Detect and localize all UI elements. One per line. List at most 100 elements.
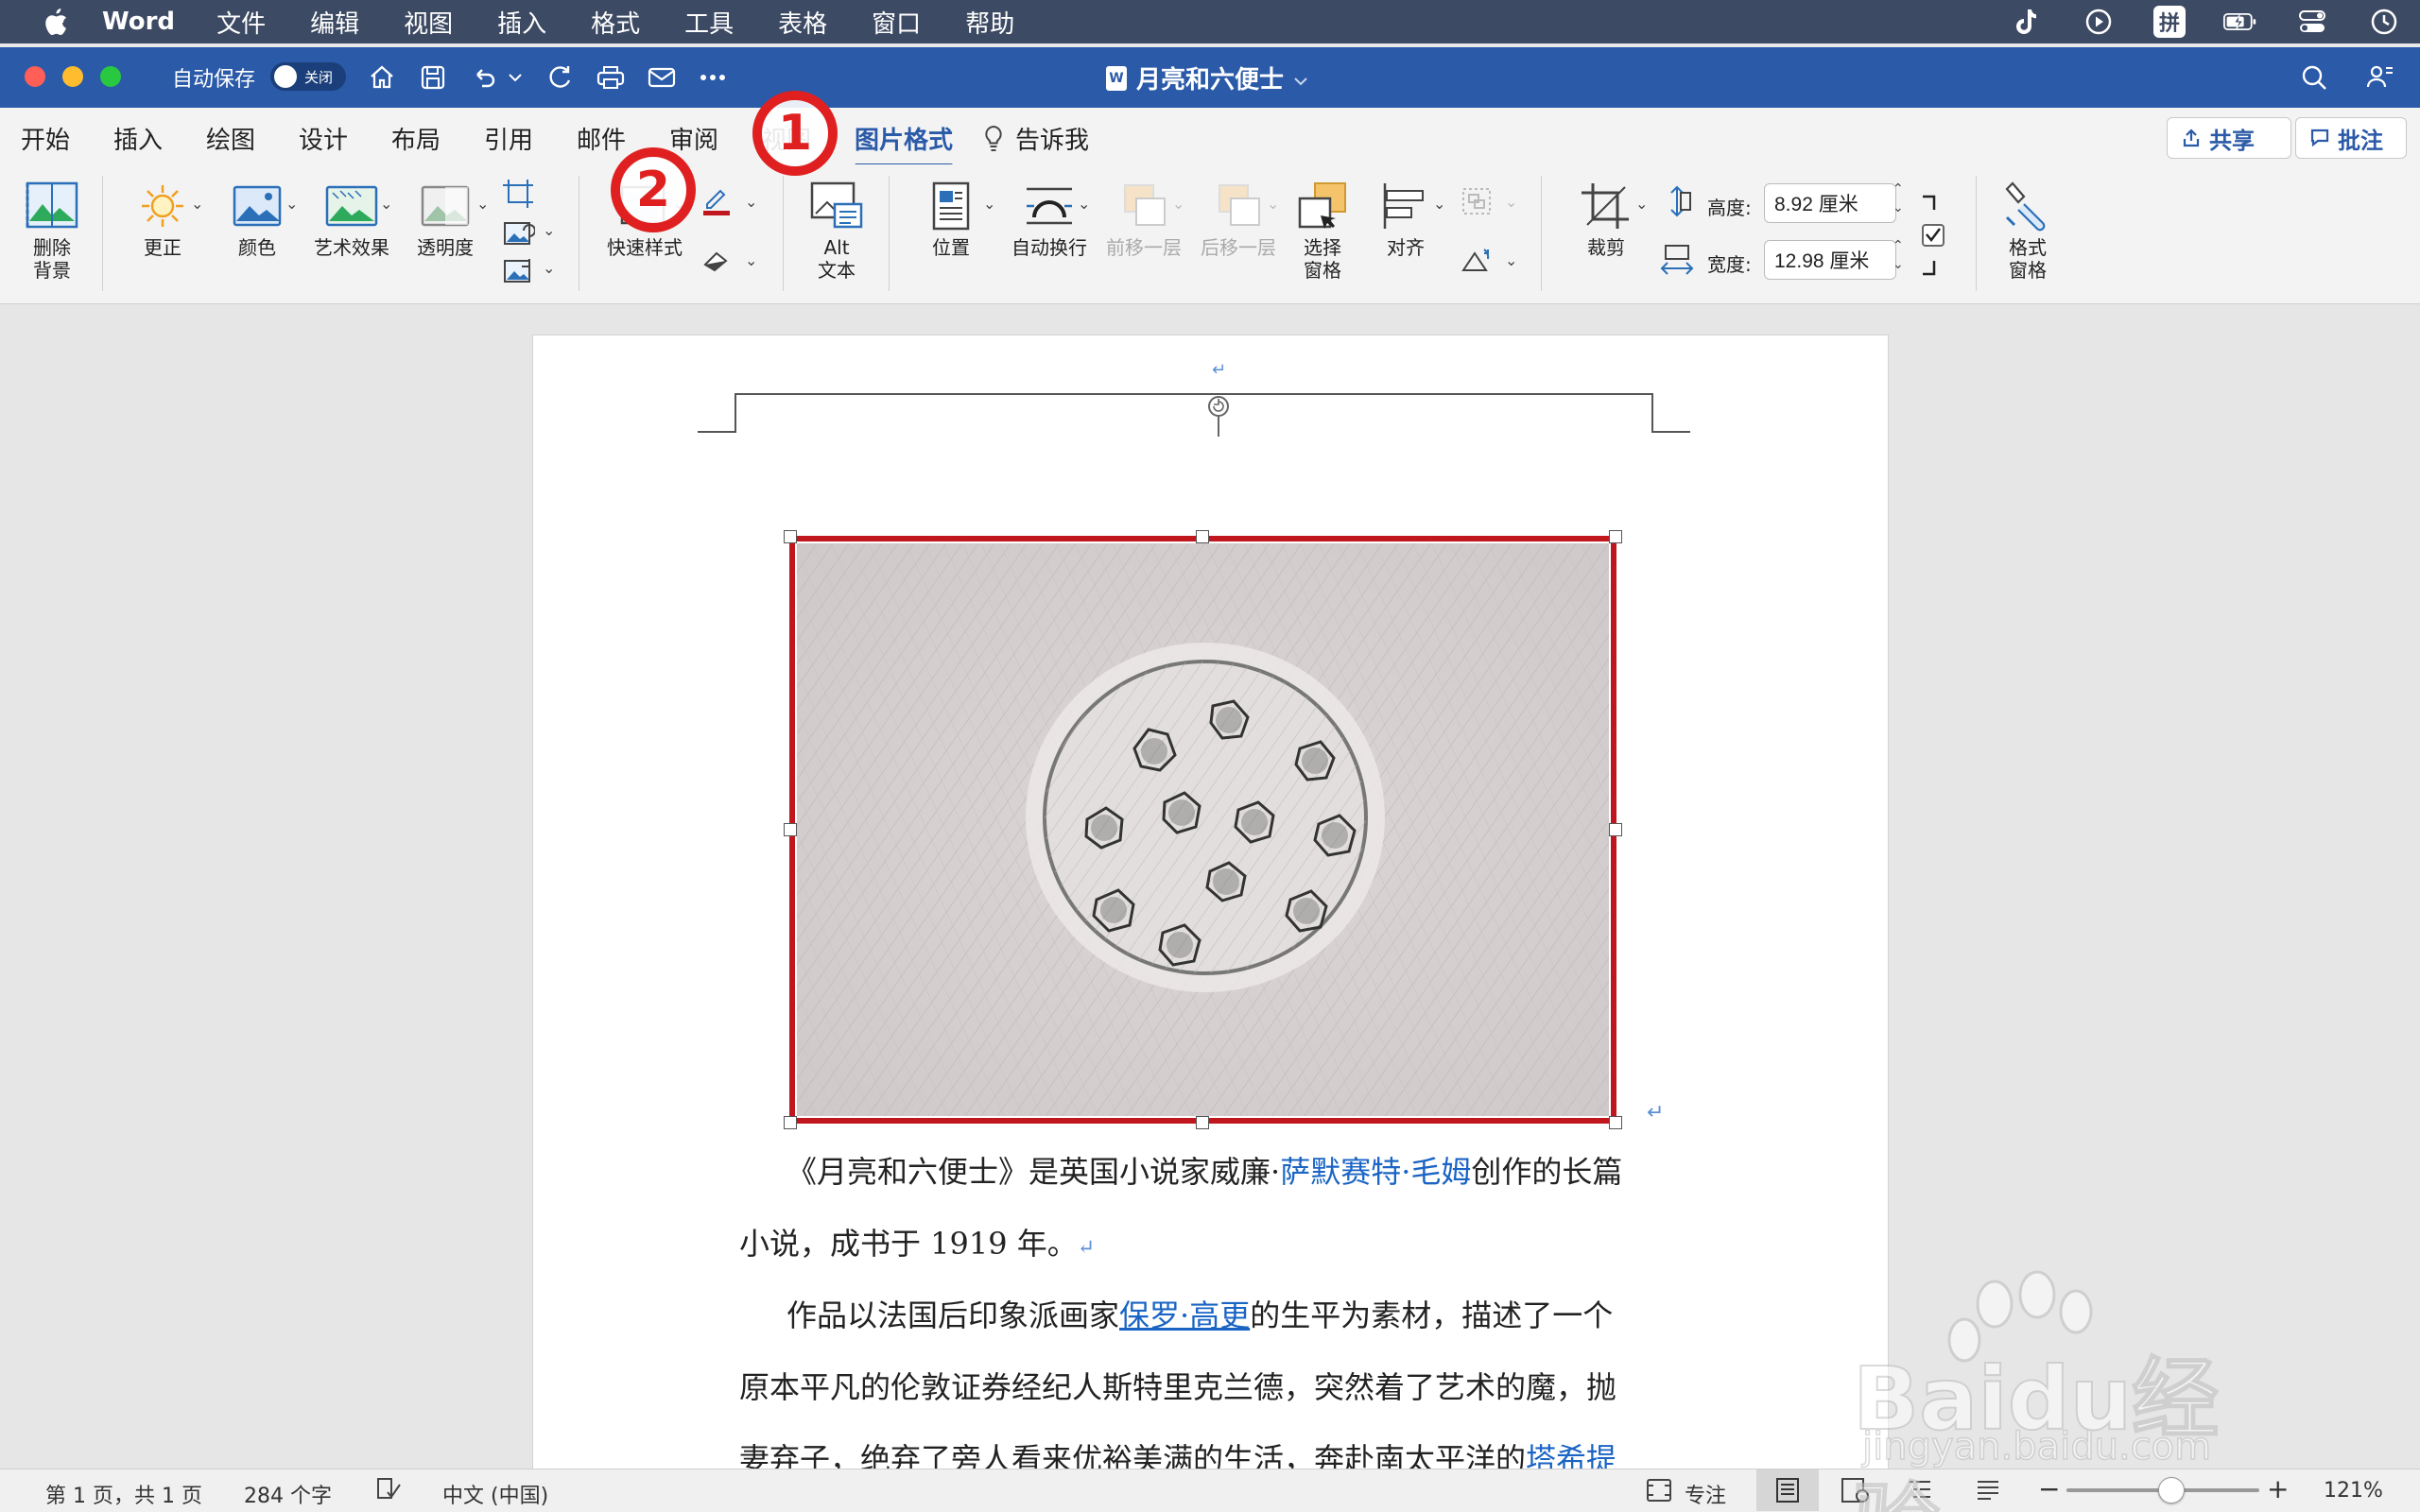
proofing-icon[interactable] — [374, 1477, 403, 1509]
control-center-icon[interactable] — [2295, 5, 2329, 39]
transparency-dropdown-icon[interactable]: ⌄ — [476, 195, 489, 213]
language-indicator[interactable]: 中文 (中国) — [442, 1479, 548, 1509]
search-icon[interactable] — [2297, 60, 2331, 94]
paragraph-1-line-2[interactable]: 小说，成书于 1919 年。↵ — [739, 1220, 1095, 1263]
more-commands-icon[interactable] — [696, 60, 730, 94]
autosave-toggle[interactable]: 关闭 — [270, 62, 346, 91]
send-backward-dropdown-icon[interactable]: ⌄ — [1267, 195, 1279, 213]
menu-view[interactable]: 视图 — [404, 5, 453, 40]
width-decrement-icon[interactable]: ⌄ — [1893, 257, 1904, 272]
crop-dropdown-icon[interactable]: ⌄ — [1635, 195, 1648, 213]
comments-button[interactable]: 批注 — [2295, 117, 2407, 159]
print-icon[interactable] — [594, 60, 628, 94]
corrections-button[interactable]: 更正 — [125, 180, 200, 259]
reset-picture-icon[interactable] — [501, 255, 535, 287]
bring-forward-dropdown-icon[interactable]: ⌄ — [1172, 195, 1184, 213]
print-layout-view-button[interactable] — [1756, 1469, 1819, 1511]
close-window-button[interactable] — [25, 66, 45, 87]
height-input[interactable] — [1764, 183, 1896, 223]
menu-table[interactable]: 表格 — [778, 5, 827, 40]
document-page[interactable]: ↵ ↵ 《月亮和六便士》是英国小说家威廉·萨默赛特·毛姆创作的长篇 小说，成书于… — [532, 335, 1889, 1469]
color-dropdown-icon[interactable]: ⌄ — [285, 195, 298, 213]
focus-icon[interactable] — [1645, 1477, 1673, 1509]
home-icon[interactable] — [365, 60, 399, 94]
artistic-effects-button[interactable]: 艺术效果 — [306, 180, 397, 259]
picture-effects-dropdown-icon[interactable]: ⌄ — [745, 251, 757, 269]
resize-handle-left[interactable] — [784, 823, 797, 836]
resize-handle-top-right[interactable] — [1609, 530, 1622, 543]
selected-picture[interactable] — [784, 530, 1622, 1129]
menu-help[interactable]: 帮助 — [965, 5, 1014, 40]
width-input[interactable] — [1764, 240, 1896, 280]
menu-tools[interactable]: 工具 — [684, 5, 734, 40]
redo-icon[interactable] — [543, 60, 577, 94]
undo-icon[interactable] — [467, 60, 501, 94]
lock-aspect-ratio-icon[interactable] — [1921, 193, 1945, 278]
height-decrement-icon[interactable]: ⌄ — [1893, 200, 1904, 215]
align-dropdown-icon[interactable]: ⌄ — [1433, 195, 1445, 213]
resize-handle-top[interactable] — [1196, 530, 1209, 543]
menu-format[interactable]: 格式 — [591, 5, 640, 40]
artistic-effects-dropdown-icon[interactable]: ⌄ — [380, 195, 392, 213]
picture-effects-icon[interactable] — [700, 244, 734, 276]
reset-picture-dropdown-icon[interactable]: ⌄ — [543, 259, 555, 277]
focus-label[interactable]: 专注 — [1685, 1479, 1726, 1509]
group-dropdown-icon[interactable]: ⌄ — [1505, 193, 1517, 211]
picture-border-dropdown-icon[interactable]: ⌄ — [745, 193, 757, 211]
paragraph-2-line-1[interactable]: 作品以法国后印象派画家保罗·高更的生平为素材，描述了一个 — [786, 1292, 1613, 1335]
play-icon[interactable] — [2082, 5, 2116, 39]
save-icon[interactable] — [416, 60, 450, 94]
rotate-icon[interactable] — [1460, 244, 1494, 276]
paragraph-1-line-1[interactable]: 《月亮和六便士》是英国小说家威廉·萨默赛特·毛姆创作的长篇 — [786, 1148, 1622, 1192]
group-objects-icon[interactable] — [1460, 185, 1494, 217]
height-increment-icon[interactable]: ⌃ — [1893, 181, 1904, 197]
resize-handle-right[interactable] — [1609, 823, 1622, 836]
undo-dropdown-icon[interactable] — [505, 60, 526, 94]
tab-review[interactable]: 审阅 — [669, 121, 718, 156]
remove-background-button[interactable]: 删除 背景 — [21, 180, 83, 282]
share-button[interactable]: 共享 — [2167, 117, 2291, 159]
color-button[interactable]: 颜色 — [219, 180, 295, 259]
menu-window[interactable]: 窗口 — [872, 5, 921, 40]
compress-pictures-icon[interactable] — [501, 178, 535, 210]
menu-file[interactable]: 文件 — [216, 5, 266, 40]
tab-home[interactable]: 开始 — [21, 121, 70, 156]
mail-icon[interactable] — [645, 60, 679, 94]
author-link[interactable]: 萨默赛特·毛姆 — [1280, 1154, 1471, 1190]
alt-text-button[interactable]: Alt 文本 — [805, 180, 868, 282]
send-backward-button[interactable]: 后移一层 — [1193, 180, 1284, 259]
crop-button[interactable]: 裁剪 — [1565, 180, 1647, 259]
align-button[interactable]: 对齐 — [1365, 180, 1446, 259]
rotate-handle-icon[interactable] — [1204, 392, 1233, 439]
tiktok-icon[interactable] — [2010, 5, 2044, 39]
paragraph-2-line-2[interactable]: 原本平凡的伦敦证券经纪人斯特里克兰德，突然着了艺术的魔，抛 — [739, 1364, 1616, 1407]
tab-tell-me[interactable]: 告诉我 — [983, 121, 1089, 156]
tab-mailings[interactable]: 邮件 — [577, 121, 626, 156]
paragraph-2-line-3[interactable]: 妻弃子，绝弃了旁人看来优裕美满的生活，奔赴南太平洋的塔希提 — [739, 1435, 1616, 1469]
battery-icon[interactable] — [2223, 5, 2257, 39]
tahiti-link[interactable]: 塔希提 — [1526, 1441, 1616, 1469]
format-pane-button[interactable]: 格式 窗格 — [1996, 180, 2059, 282]
change-picture-dropdown-icon[interactable]: ⌄ — [543, 221, 555, 239]
wrap-text-button[interactable]: 自动换行 — [1004, 180, 1095, 259]
width-increment-icon[interactable]: ⌃ — [1893, 238, 1904, 253]
resize-handle-bottom-left[interactable] — [784, 1116, 797, 1129]
tab-layout[interactable]: 布局 — [391, 121, 441, 156]
change-picture-icon[interactable] — [501, 217, 535, 249]
input-method-icon[interactable]: 拼 — [2153, 6, 2186, 38]
picture-border-icon[interactable] — [700, 185, 734, 217]
clock-icon[interactable] — [2367, 5, 2401, 39]
menu-app-name[interactable]: Word — [102, 8, 175, 36]
tab-design[interactable]: 设计 — [299, 121, 348, 156]
resize-handle-bottom[interactable] — [1196, 1116, 1209, 1129]
wrap-text-dropdown-icon[interactable]: ⌄ — [1078, 195, 1090, 213]
position-dropdown-icon[interactable]: ⌄ — [983, 195, 995, 213]
tab-picture-format[interactable]: 图片格式 — [855, 121, 954, 167]
word-count[interactable]: 284 个字 — [244, 1479, 332, 1509]
document-title[interactable]: W 月亮和六便士 — [1106, 60, 1308, 95]
apple-menu-icon[interactable] — [36, 3, 74, 41]
tab-draw[interactable]: 绘图 — [206, 121, 255, 156]
rotate-dropdown-icon[interactable]: ⌄ — [1505, 251, 1517, 269]
zoom-window-button[interactable] — [100, 66, 121, 87]
account-icon[interactable] — [2363, 60, 2397, 94]
